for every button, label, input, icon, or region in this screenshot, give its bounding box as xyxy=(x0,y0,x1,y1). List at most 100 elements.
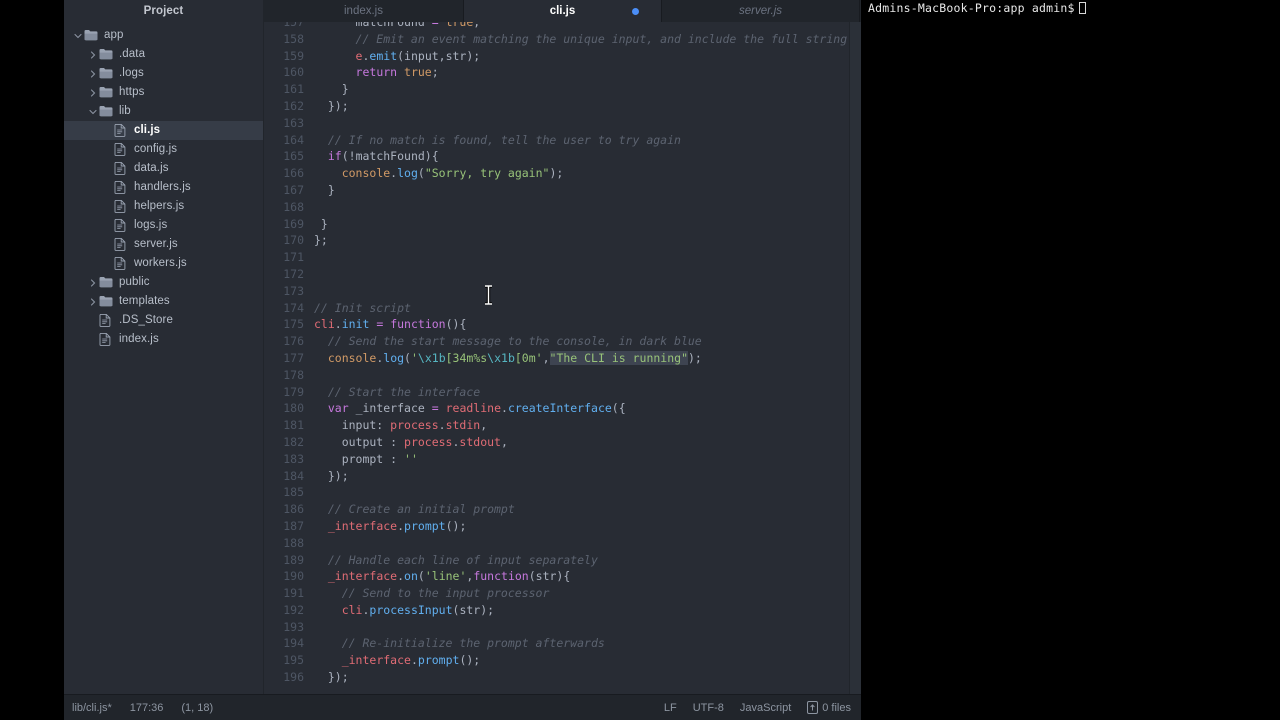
code-line[interactable]: 179 // Start the interface xyxy=(264,384,861,401)
tree-item-helpers-js[interactable]: helpers.js xyxy=(64,197,263,216)
tree-item-lib[interactable]: lib xyxy=(64,102,263,121)
tree-item--ds-store[interactable]: .DS_Store xyxy=(64,311,263,330)
file-icon xyxy=(114,178,128,197)
code-line[interactable]: 157 matchFound = true; xyxy=(264,22,861,31)
code-line[interactable]: 187 _interface.prompt(); xyxy=(264,518,861,535)
code-line[interactable]: 161 } xyxy=(264,81,861,98)
chevron-right-icon[interactable] xyxy=(87,292,99,311)
terminal-prompt-line: Admins-MacBook-Pro:app admin$ xyxy=(868,1,1086,15)
code-line[interactable]: 164 // If no match is found, tell the us… xyxy=(264,132,861,149)
status-file-path[interactable]: lib/cli.js* xyxy=(72,702,112,714)
code-line[interactable]: 194 // Re-initialize the prompt afterwar… xyxy=(264,635,861,652)
code-line[interactable]: 171 xyxy=(264,249,861,266)
code-line[interactable]: 183 prompt : '' xyxy=(264,451,861,468)
code-token: createInterface xyxy=(507,401,612,416)
tree-item-index-js[interactable]: index.js xyxy=(64,330,263,349)
status-language[interactable]: JavaScript xyxy=(740,702,791,714)
line-number: 172 xyxy=(283,266,304,281)
code-line[interactable]: 196 }); xyxy=(264,669,861,686)
code-line[interactable]: 191 // Send to the input processor xyxy=(264,585,861,602)
code-line[interactable]: 166 console.log("Sorry, try again"); xyxy=(264,165,861,182)
code-line[interactable]: 193 xyxy=(264,619,861,636)
folder-icon xyxy=(99,273,113,292)
code-line[interactable]: 182 output : process.stdout, xyxy=(264,434,861,451)
code-line[interactable]: 165 if(!matchFound){ xyxy=(264,148,861,165)
code-line[interactable]: 175 cli.init = function(){ xyxy=(264,316,861,333)
code-token: }); xyxy=(314,468,349,483)
tree-item-https[interactable]: https xyxy=(64,83,263,102)
tree-item-config-js[interactable]: config.js xyxy=(64,140,263,159)
code-line[interactable]: 168 xyxy=(264,199,861,216)
code-line[interactable]: 181 input: process.stdin, xyxy=(264,417,861,434)
code-line-text: // Create an initial prompt xyxy=(314,502,515,516)
code-line-text: } xyxy=(314,217,328,231)
tree-item-logs-js[interactable]: logs.js xyxy=(64,216,263,235)
tree-item-workers-js[interactable]: workers.js xyxy=(64,254,263,273)
code-line[interactable]: 180 var _interface = readline.createInte… xyxy=(264,400,861,417)
tree-item-label: lib xyxy=(119,105,131,117)
chevron-right-icon[interactable] xyxy=(87,273,99,292)
code-line[interactable]: 173 xyxy=(264,283,861,300)
line-number: 182 xyxy=(283,434,304,449)
code-line[interactable]: 169 } xyxy=(264,216,861,233)
code-line[interactable]: 189 // Handle each line of input separat… xyxy=(264,552,861,569)
chevron-right-icon[interactable] xyxy=(87,45,99,64)
code-line[interactable]: 188 xyxy=(264,535,861,552)
chevron-down-icon[interactable] xyxy=(87,102,99,121)
tree-item-app[interactable]: app xyxy=(64,26,263,45)
code-token: on xyxy=(404,569,418,584)
chevron-right-icon[interactable] xyxy=(87,64,99,83)
code-line[interactable]: 162 }); xyxy=(264,98,861,115)
line-number: 181 xyxy=(283,418,304,433)
code-line[interactable]: 185 xyxy=(264,484,861,501)
status-selection-info[interactable]: (1, 18) xyxy=(181,702,213,714)
status-line-ending[interactable]: LF xyxy=(664,702,677,714)
tree-item-cli-js[interactable]: cli.js xyxy=(64,121,263,140)
tab-index-js[interactable]: index.js xyxy=(264,0,464,22)
code-line[interactable]: 184 }); xyxy=(264,468,861,485)
code-line[interactable]: 178 xyxy=(264,367,861,384)
line-number: 192 xyxy=(283,602,304,617)
tree-item-server-js[interactable]: server.js xyxy=(64,235,263,254)
code-line[interactable]: 158 // Emit an event matching the unique… xyxy=(264,31,861,48)
code-line[interactable]: 160 return true; xyxy=(264,64,861,81)
code-line[interactable]: 190 _interface.on('line',function(str){ xyxy=(264,568,861,585)
code-line[interactable]: 170}; xyxy=(264,232,861,249)
status-cursor-position[interactable]: 177:36 xyxy=(130,702,164,714)
code-line[interactable]: 159 e.emit(input,str); xyxy=(264,48,861,65)
tree-item-label: cli.js xyxy=(134,124,161,136)
tree-item--data[interactable]: .data xyxy=(64,45,263,64)
code-line[interactable]: 163 xyxy=(264,115,861,132)
tree-item-handlers-js[interactable]: handlers.js xyxy=(64,178,263,197)
code-line[interactable]: 176 // Send the start message to the con… xyxy=(264,333,861,350)
code-line[interactable]: 177 console.log('\x1b[34m%s\x1b[0m',"The… xyxy=(264,350,861,367)
code-token: }); xyxy=(314,670,349,685)
status-encoding[interactable]: UTF-8 xyxy=(693,702,724,714)
status-files-group[interactable]: 0 files xyxy=(807,701,851,714)
tree-item-public[interactable]: public xyxy=(64,273,263,292)
tab-modified-dot[interactable] xyxy=(632,7,639,15)
tab-server-js[interactable]: server.js xyxy=(662,0,860,22)
code-token: ); xyxy=(688,350,702,365)
code-line[interactable]: 174 // Init script xyxy=(264,300,861,317)
code-editor[interactable]: 157 matchFound = true; 158 // Emit an eve… xyxy=(264,22,861,694)
code-line[interactable]: 192 cli.processInput(str); xyxy=(264,602,861,619)
line-number: 195 xyxy=(283,653,304,668)
tree-item--logs[interactable]: .logs xyxy=(64,64,263,83)
code-token: if xyxy=(327,149,342,164)
code-line[interactable]: 167 } xyxy=(264,182,861,199)
tree-item-data-js[interactable]: data.js xyxy=(64,159,263,178)
chevron-down-icon[interactable] xyxy=(72,26,84,45)
tab-cli-js[interactable]: cli.js xyxy=(464,0,662,22)
code-token: stdin xyxy=(445,418,481,433)
code-line[interactable]: 186 // Create an initial prompt xyxy=(264,501,861,518)
chevron-right-icon[interactable] xyxy=(87,83,99,102)
editor-scrollbar[interactable] xyxy=(849,22,861,694)
code-line[interactable]: 195 _interface.prompt(); xyxy=(264,652,861,669)
folder-icon xyxy=(99,83,113,102)
code-line[interactable]: 172 xyxy=(264,266,861,283)
tree-item-templates[interactable]: templates xyxy=(64,292,263,311)
